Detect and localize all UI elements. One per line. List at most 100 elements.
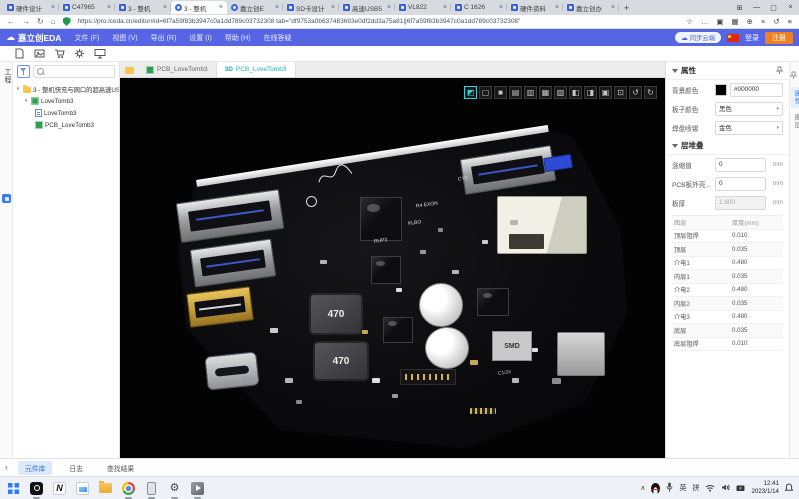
tab-close-icon[interactable]: × bbox=[163, 4, 167, 11]
microphone-icon[interactable] bbox=[666, 479, 673, 497]
register-button[interactable]: 注册 bbox=[765, 32, 793, 44]
view-right-icon[interactable]: ◨ bbox=[584, 86, 597, 99]
panel-pin-icon[interactable] bbox=[790, 66, 799, 84]
extension-icon[interactable]: ▣ bbox=[716, 17, 723, 26]
view-top-icon[interactable]: ▤ bbox=[509, 86, 522, 99]
properties-vtab[interactable]: 属性 bbox=[791, 87, 799, 108]
pin-icon[interactable]: ⊕ bbox=[747, 17, 753, 26]
browser-tab-active[interactable]: 3 - 整机× bbox=[171, 1, 227, 14]
layer-stack-icon[interactable]: ▣ bbox=[599, 86, 612, 99]
tab-log[interactable]: 日志 bbox=[62, 461, 90, 475]
browser-tab[interactable]: 硬件资料× bbox=[507, 1, 563, 14]
login-link[interactable]: 登录 bbox=[745, 33, 759, 43]
pcb-3d-viewport[interactable]: ◩ ▢ ■ ▤ ▥ ▦ ▧ ◧ ◨ ▣ ⊡ ↺ ↻ 470 470 bbox=[120, 78, 665, 458]
tab-close-icon[interactable]: × bbox=[555, 4, 559, 11]
view-back-icon[interactable]: ▧ bbox=[554, 86, 567, 99]
browser-tab[interactable]: 3 - 整机× bbox=[115, 1, 171, 14]
start-button[interactable] bbox=[6, 481, 21, 496]
order-pcb-icon[interactable] bbox=[54, 48, 65, 59]
pad-finish-select[interactable]: 金色▾ bbox=[715, 121, 783, 135]
close-button[interactable]: × bbox=[782, 4, 799, 11]
layer-stack-header[interactable]: 层堆叠 bbox=[666, 137, 789, 155]
tree-node-pcb[interactable]: PCB_LoveTomb3 bbox=[15, 119, 119, 131]
back-icon[interactable]: ← bbox=[7, 17, 15, 26]
browser-menu-icon[interactable]: ≡ bbox=[788, 17, 792, 26]
layer-row[interactable]: 内层20.035 bbox=[672, 297, 783, 311]
language-flag-icon[interactable] bbox=[727, 34, 739, 42]
speaker-icon[interactable] bbox=[721, 479, 730, 497]
properties-header[interactable]: 属性 bbox=[666, 62, 789, 80]
color-swatch[interactable] bbox=[715, 84, 727, 96]
expand-caret-icon[interactable]: ▾ bbox=[23, 98, 29, 104]
extension-icon[interactable]: ▦ bbox=[732, 17, 739, 26]
view-iso-icon[interactable]: ◩ bbox=[464, 86, 477, 99]
tree-node-schematic[interactable]: LoveTomb3 bbox=[15, 107, 119, 119]
panel-pin-icon[interactable] bbox=[776, 66, 783, 76]
tab-close-icon[interactable]: × bbox=[51, 4, 55, 11]
rotate-ccw-icon[interactable]: ↺ bbox=[629, 86, 642, 99]
url-text[interactable]: https://pro.lceda.cn/editor#id=6f7a59f83… bbox=[78, 18, 680, 25]
layer-row[interactable]: 介电20.480 bbox=[672, 284, 783, 298]
undo-icon[interactable]: ↺ bbox=[773, 17, 779, 26]
qq-penguin-icon[interactable] bbox=[651, 483, 660, 494]
browser-tab[interactable]: SD卡设计× bbox=[283, 1, 339, 14]
home-icon[interactable]: ⌂ bbox=[51, 17, 56, 26]
browser-tab[interactable]: 高速USB5× bbox=[339, 1, 395, 14]
tab-search-results[interactable]: 查找结果 bbox=[100, 461, 141, 475]
layer-row[interactable]: 内层10.035 bbox=[672, 270, 783, 284]
tab-close-icon[interactable]: × bbox=[331, 4, 335, 11]
maximize-button[interactable]: ▢ bbox=[765, 4, 782, 12]
forward-icon[interactable]: → bbox=[22, 17, 30, 26]
layer-row[interactable]: 底层0.035 bbox=[672, 324, 783, 338]
bookmark-star-icon[interactable]: ☆ bbox=[686, 17, 693, 26]
color-value-input[interactable]: #000000 bbox=[730, 83, 783, 97]
taskbar-phone-link[interactable] bbox=[144, 481, 159, 496]
minimize-button[interactable]: — bbox=[748, 4, 765, 11]
cut-icon[interactable]: × bbox=[761, 17, 765, 26]
image-export-icon[interactable] bbox=[34, 48, 45, 59]
menu-online-support[interactable]: 在线答疑 bbox=[264, 33, 292, 43]
tab-close-icon[interactable]: × bbox=[499, 4, 503, 11]
search-input[interactable] bbox=[46, 68, 111, 74]
tree-node-board[interactable]: ▾ LoveTomb3 bbox=[15, 95, 119, 107]
tab-close-icon[interactable]: × bbox=[611, 4, 615, 11]
browser-tab[interactable]: C47965× bbox=[59, 1, 115, 14]
tab-close-icon[interactable]: × bbox=[387, 4, 391, 11]
browser-tab[interactable]: 嘉立创办× bbox=[563, 1, 619, 14]
taskbar-camera-app[interactable] bbox=[29, 481, 44, 496]
expand-caret-icon[interactable]: ▾ bbox=[15, 86, 21, 92]
tree-node-project[interactable]: ▾ 3 - 整机快充与网口的超高速USB3. bbox=[15, 83, 119, 95]
monitor-icon[interactable] bbox=[94, 48, 106, 59]
tab-close-icon[interactable]: × bbox=[443, 4, 447, 11]
layer-row[interactable]: 介电10.480 bbox=[672, 257, 783, 271]
tab-close-icon[interactable]: × bbox=[275, 4, 279, 11]
taskbar-clock[interactable]: 12:41 2023/1/14 bbox=[751, 480, 779, 496]
doc-tab-pcb[interactable]: PCB_LoveTomb3 bbox=[138, 62, 217, 77]
browser-tab[interactable]: C 1626× bbox=[451, 1, 507, 14]
doc-tab-3d-active[interactable]: 3D PCB_LoveTomb3 bbox=[217, 62, 296, 77]
browser-tab[interactable]: 硬件设计× bbox=[3, 1, 59, 14]
layer-row[interactable]: 顶层阻焊0.010 bbox=[672, 230, 783, 244]
zoom-fit-icon[interactable]: ⊡ bbox=[614, 86, 627, 99]
taskbar-chrome[interactable] bbox=[121, 481, 136, 496]
cloud-sync-pill[interactable]: ☁ 同步云端 bbox=[675, 32, 721, 43]
rotate-cw-icon[interactable]: ↻ bbox=[644, 86, 657, 99]
tree-search-box[interactable] bbox=[33, 65, 115, 78]
taskbar-note-app[interactable]: N bbox=[52, 481, 67, 496]
view-front-icon[interactable]: ▦ bbox=[539, 86, 552, 99]
board-color-select[interactable]: 黑色▾ bbox=[715, 102, 783, 116]
project-panel-vtab[interactable]: 工程 bbox=[2, 68, 12, 84]
reload-icon[interactable]: ↻ bbox=[37, 17, 44, 26]
taskbar-gallery-app[interactable] bbox=[75, 481, 90, 496]
view-wireframe-icon[interactable]: ▢ bbox=[479, 86, 492, 99]
view-solid-icon[interactable]: ■ bbox=[494, 86, 507, 99]
layer-row[interactable]: 底层阻焊0.010 bbox=[672, 338, 783, 352]
view-bottom-icon[interactable]: ▥ bbox=[524, 86, 537, 99]
taskbar-file-explorer[interactable] bbox=[98, 481, 113, 496]
layers-vtab[interactable]: 图层 bbox=[791, 111, 799, 132]
collapse-panel-icon[interactable]: ‹ bbox=[5, 463, 8, 472]
field-input[interactable]: 0 bbox=[715, 177, 766, 191]
tab-close-icon[interactable]: × bbox=[219, 4, 223, 11]
layer-row[interactable]: 介电30.480 bbox=[672, 311, 783, 325]
settings-gear-icon[interactable] bbox=[74, 48, 85, 59]
